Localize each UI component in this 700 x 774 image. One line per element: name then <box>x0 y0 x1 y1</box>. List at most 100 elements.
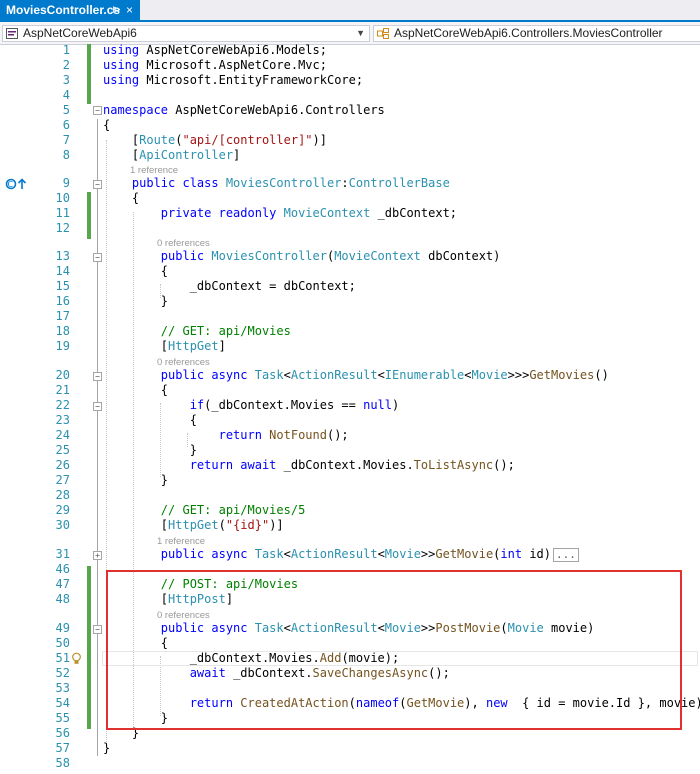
code-line: return NotFound(); <box>103 428 349 443</box>
collapsed-region-ellipsis[interactable]: ... <box>553 548 579 562</box>
fold-toggle[interactable]: − <box>93 253 102 262</box>
line-number: 8 <box>62 148 70 162</box>
lightbulb-icon[interactable] <box>71 652 82 665</box>
line-number: 23 <box>55 413 70 427</box>
code-token: ] <box>233 148 241 162</box>
tab-title: MoviesController.cs <box>6 3 121 17</box>
line-number: 19 <box>55 339 70 353</box>
line-number: 26 <box>55 458 70 472</box>
project-dropdown[interactable]: AspNetCoreWebApi6 ▼ <box>2 25 370 42</box>
code-token: Movie <box>384 547 421 561</box>
codelens-references[interactable]: 0 references <box>157 357 210 369</box>
code-line: } <box>103 443 197 458</box>
code-token: { <box>103 413 197 427</box>
code-token: ActionResult <box>290 547 378 561</box>
member-dropdown[interactable]: AspNetCoreWebApi6.Controllers.MoviesCont… <box>373 25 700 42</box>
member-name: AspNetCoreWebApi6.Controllers.MoviesCont… <box>394 26 663 40</box>
code-token: IEnumerable <box>384 368 465 382</box>
line-number: 48 <box>55 592 70 606</box>
project-name: AspNetCoreWebApi6 <box>23 26 137 40</box>
line-number: 16 <box>55 294 70 308</box>
line-number: 53 <box>55 681 70 695</box>
fold-toggle[interactable]: − <box>93 106 102 115</box>
code-token: ToListAsync <box>413 458 494 472</box>
code-token: [ <box>103 339 169 353</box>
line-number: 13 <box>55 249 70 263</box>
code-token: Movie <box>471 368 508 382</box>
code-token: } <box>103 473 169 487</box>
code-token: private readonly <box>160 206 284 220</box>
fold-toggle[interactable]: − <box>93 180 102 189</box>
line-number: 29 <box>55 503 70 517</box>
line-number: 57 <box>55 741 70 755</box>
code-token: ] <box>218 339 226 353</box>
code-line: public class MoviesController:Controller… <box>103 176 450 191</box>
fold-toggle[interactable]: + <box>93 551 102 560</box>
code-token: // GET: api/Movies <box>160 324 291 338</box>
line-number: 30 <box>55 518 70 532</box>
code-token: id) <box>529 547 551 561</box>
code-token: { <box>103 264 169 278</box>
post-method-highlight-box <box>106 570 682 730</box>
line-number: 14 <box>55 264 70 278</box>
code-token: HttpGet <box>168 518 219 532</box>
line-number: 24 <box>55 428 70 442</box>
codelens-references[interactable]: 1 reference <box>157 536 205 548</box>
line-number: 22 <box>55 398 70 412</box>
pin-icon[interactable]: ⊳ <box>112 0 121 20</box>
code-token: )] <box>312 133 327 147</box>
line-number: 10 <box>55 191 70 205</box>
change-bar <box>87 566 91 729</box>
line-number: 2 <box>62 58 70 72</box>
document-tab-strip: MoviesController.cs ⊳ × <box>0 0 700 22</box>
code-token: public class <box>131 176 226 190</box>
line-number: 6 <box>62 118 70 132</box>
code-token: )] <box>269 518 284 532</box>
code-token: int <box>500 547 530 561</box>
codelens-references[interactable]: 1 reference <box>130 165 178 177</box>
fold-toggle[interactable]: − <box>93 372 102 381</box>
line-number: 18 <box>55 324 70 338</box>
code-token: (); <box>326 428 349 442</box>
code-line: { <box>103 413 197 428</box>
code-line: // GET: api/Movies/5 <box>103 503 306 518</box>
code-token: < <box>283 547 291 561</box>
codelens-references[interactable]: 0 references <box>157 238 210 250</box>
code-line: public async Task<ActionResult<Movie>>Ge… <box>103 547 579 562</box>
code-token: ActionResult <box>290 368 378 382</box>
code-token: ) <box>392 398 400 412</box>
code-token: >> <box>420 547 436 561</box>
code-token: < <box>283 368 291 382</box>
code-token: >>> <box>507 368 530 382</box>
code-line: return await _dbContext.Movies.ToListAsy… <box>103 458 515 473</box>
code-token: AspNetCoreWebApi6.Models; <box>146 43 327 57</box>
close-icon[interactable]: × <box>126 0 133 20</box>
line-number: 28 <box>55 488 70 502</box>
code-token: return await <box>189 458 284 472</box>
line-number: 49 <box>55 621 70 635</box>
code-line: [ApiController] <box>103 148 240 163</box>
code-line: [Route("api/[controller]")] <box>103 133 327 148</box>
code-token: NotFound <box>269 428 327 442</box>
code-line: private readonly MovieContext _dbContext… <box>103 206 457 221</box>
code-token: MovieContext <box>334 249 429 263</box>
tab-movies-controller[interactable]: MoviesController.cs ⊳ × <box>0 0 140 20</box>
code-line: using AspNetCoreWebApi6.Models; <box>103 43 327 58</box>
code-token: { <box>103 191 140 205</box>
change-bar <box>87 192 91 239</box>
line-number: 58 <box>55 756 70 770</box>
fold-toggle[interactable]: − <box>93 402 102 411</box>
line-number: 11 <box>55 206 70 220</box>
code-token: (_dbContext.Movies == <box>204 398 364 412</box>
line-number: 50 <box>55 636 70 650</box>
class-icon <box>377 28 389 39</box>
code-token: Route <box>139 133 176 147</box>
code-token: public async <box>160 368 255 382</box>
line-number: 1 <box>62 43 70 57</box>
fold-toggle[interactable]: − <box>93 625 102 634</box>
